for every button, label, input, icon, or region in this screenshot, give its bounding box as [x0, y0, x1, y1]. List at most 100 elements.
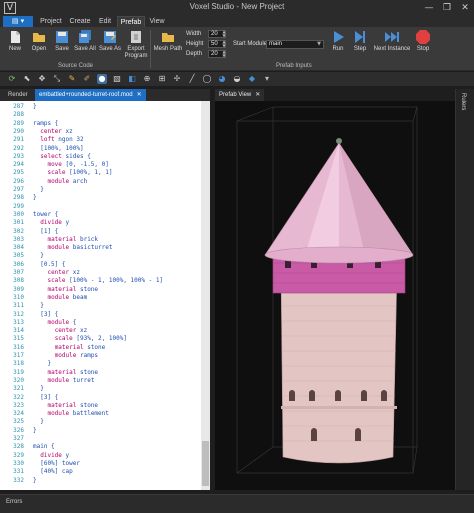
sphere-icon[interactable]: ● [97, 74, 107, 84]
code-text: } [33, 385, 44, 393]
depth-spinner[interactable]: ▲ ▼ [221, 50, 227, 58]
line-number: 322 [13, 393, 24, 401]
grid-icon[interactable]: ⊞ [157, 74, 167, 84]
step-button[interactable]: Step [350, 30, 370, 58]
new-button[interactable]: New [4, 30, 26, 58]
next-instance-button[interactable]: Next Instance [372, 30, 412, 58]
rulers-tab[interactable]: Rulers [460, 93, 466, 110]
close-icon[interactable]: ✕ [137, 91, 142, 98]
ribbon: New Open Save Save All Save As Export Pr… [0, 27, 474, 71]
drop-icon[interactable]: ◆ [247, 74, 257, 84]
code-line: 322 [3] { [0, 394, 200, 402]
source-code-group-label: Source Code [58, 63, 94, 69]
height-spinner[interactable]: ▲ ▼ [221, 40, 227, 48]
mesh-path-button[interactable]: Mesh Path [153, 30, 183, 58]
code-line: 321 } [0, 385, 200, 393]
line-icon[interactable]: ╱ [187, 74, 197, 84]
line-number: 315 [13, 335, 24, 343]
line-number: 312 [13, 310, 24, 318]
code-line: 308 scale [100% - 1, 100%, 100% - 1] [0, 277, 200, 285]
move-icon[interactable]: ✥ [37, 74, 47, 84]
tab-project[interactable]: Project [36, 16, 66, 27]
line-number: 296 [13, 177, 24, 185]
code-line: 287} [0, 103, 200, 111]
cube-icon[interactable]: ◧ [127, 74, 137, 84]
fill-icon[interactable]: ◕ [217, 74, 227, 84]
dropdown-icon[interactable]: ▾ [262, 74, 272, 84]
export-program-button[interactable]: Export Program [123, 30, 149, 59]
zoom-icon[interactable]: ⊕ [142, 74, 152, 84]
editor-scrollbar[interactable] [201, 101, 210, 490]
tab-prefab-view[interactable]: Prefab View ✕ [215, 89, 265, 101]
code-text: } [33, 476, 37, 484]
open-button[interactable]: Open [28, 30, 50, 58]
line-number: 321 [13, 385, 24, 393]
brush-icon[interactable]: ✐ [82, 74, 92, 84]
code-line: 299 [0, 203, 200, 211]
3d-viewport[interactable] [215, 101, 455, 490]
code-line: 327 [0, 435, 200, 443]
code-text: beam [69, 293, 88, 301]
tab-prefab[interactable]: Prefab [117, 16, 145, 27]
select-icon[interactable]: ▧ [112, 74, 122, 84]
tab-active-file[interactable]: embattled+rounded-turret-roof.mod ✕ [35, 89, 146, 101]
close-button[interactable]: ✕ [456, 0, 474, 16]
tab-render[interactable]: Render [4, 89, 32, 101]
maximize-button[interactable]: ❐ [438, 0, 456, 16]
save-all-button[interactable]: Save All [73, 30, 97, 58]
refresh-icon[interactable]: ⟳ [7, 74, 17, 84]
scrollbar-thumb[interactable] [202, 441, 209, 486]
code-text: ramps [76, 352, 99, 359]
code-text: stone [76, 285, 99, 293]
export-icon [131, 31, 141, 43]
tab-errors[interactable]: Errors [6, 499, 22, 505]
line-number: 327 [13, 435, 24, 442]
tab-edit[interactable]: Edit [94, 16, 116, 27]
line-number: 294 [13, 161, 24, 169]
code-line: 330 [60%] tower [0, 460, 200, 468]
open-folder-icon [33, 33, 45, 42]
minimize-button[interactable]: — [420, 0, 438, 16]
code-text: [3] { [33, 310, 59, 318]
width-spinner[interactable]: ▲ ▼ [221, 30, 227, 38]
tab-view[interactable]: View [145, 16, 169, 27]
code-line: 296 module arch [0, 178, 200, 186]
code-line: 325 } [0, 418, 200, 426]
code-panel: Render embattled+rounded-turret-roof.mod… [0, 89, 210, 490]
bucket-icon[interactable]: ◒ [232, 74, 242, 84]
code-keyword: move [47, 161, 62, 169]
paint-icon[interactable]: ✎ [67, 74, 77, 84]
code-line: 314 center xz [0, 327, 200, 335]
line-number: 307 [13, 269, 24, 276]
save-button[interactable]: Save [51, 30, 73, 58]
code-line: 300 tower { [0, 211, 200, 219]
file-menu-button[interactable]: ▤ ▾ [3, 16, 33, 27]
code-keyword: material [47, 285, 77, 293]
line-number: 308 [13, 277, 24, 285]
line-number: 320 [13, 376, 24, 384]
line-number: 325 [13, 418, 24, 426]
code-line: 292 [100%, 100%] [0, 145, 200, 153]
run-button[interactable]: Run [329, 30, 347, 58]
start-module-select[interactable]: main ▼ [266, 40, 324, 49]
line-number: 316 [13, 343, 24, 351]
code-text: stone [76, 401, 99, 409]
line-number: 332 [13, 476, 24, 484]
line-number: 328 [13, 443, 24, 451]
close-icon[interactable]: ✕ [255, 91, 260, 98]
scale-icon[interactable]: ⤡ [52, 74, 62, 84]
tab-create[interactable]: Create [66, 16, 94, 27]
stop-button[interactable]: Stop [414, 30, 432, 58]
code-text: [0.5] { [33, 260, 66, 268]
cursor-icon[interactable]: ⬉ [22, 74, 32, 84]
ribbon-separator [150, 30, 151, 68]
save-as-button[interactable]: Save As [98, 30, 122, 58]
line-number: 291 [13, 136, 24, 144]
code-line: 302 [1] { [0, 228, 200, 236]
line-number: 305 [13, 252, 24, 260]
stop-icon [416, 30, 430, 44]
code-editor[interactable]: 287} 288 289 ramps {290 center xz 291 loft n… [0, 101, 210, 490]
ellipse-icon[interactable]: ◯ [202, 74, 212, 84]
picker-icon[interactable]: ✢ [172, 74, 182, 84]
code-keyword: divide [40, 451, 62, 459]
